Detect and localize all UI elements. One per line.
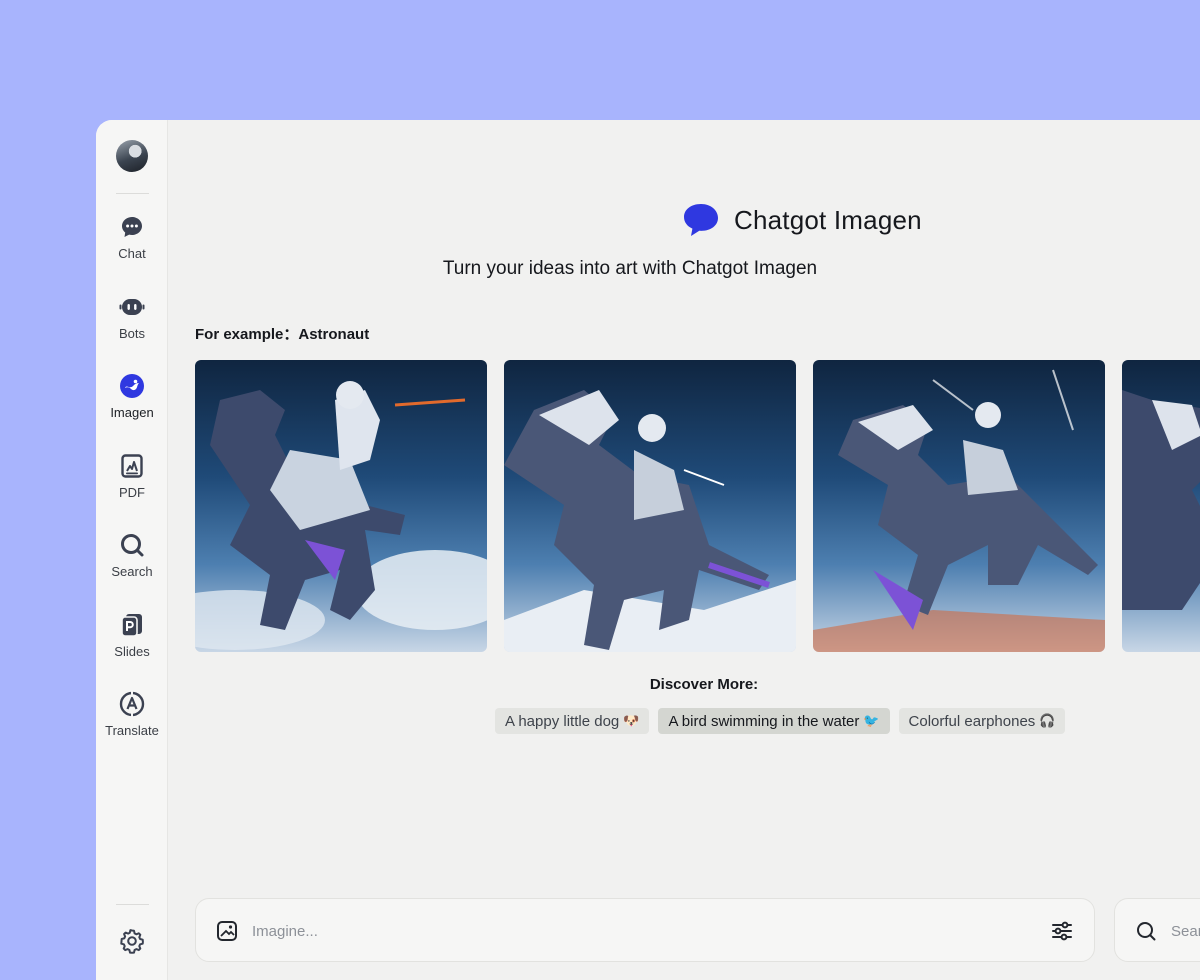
sidebar-item-translate[interactable]: Translate <box>96 691 168 755</box>
translate-icon <box>119 691 145 717</box>
discover-title: Discover More: <box>649 676 759 693</box>
sidebar-item-label: Chat <box>118 246 146 261</box>
sidebar-item-label: Slides <box>114 644 150 659</box>
example-image[interactable] <box>195 360 487 652</box>
app-title: Chatgot Imagen <box>734 204 922 235</box>
example-gallery <box>195 360 1200 652</box>
image-upload-icon[interactable] <box>216 920 238 942</box>
chip-label: A happy little dog <box>505 712 620 730</box>
sidebar-divider <box>116 193 149 194</box>
sidebar-item-label: Bots <box>118 326 145 341</box>
search-input[interactable] <box>1171 917 1200 945</box>
suggestion-chip[interactable]: Colorful earphones 🎧 <box>898 708 1066 734</box>
search-icon <box>121 534 144 557</box>
suggestion-chip[interactable]: A bird swimming in the water 🐦 <box>658 708 890 734</box>
pdf-icon <box>121 454 143 478</box>
robot-dinosaur-image <box>813 369 1105 652</box>
sidebar-item-label: Translate <box>105 723 159 738</box>
imagen-icon <box>120 374 144 398</box>
robot-dinosaur-image <box>1122 390 1200 610</box>
suggestion-chips: A happy little dog 🐶 A bird swimming in … <box>495 708 1066 734</box>
example-label: For example：Astronaut <box>195 323 369 344</box>
example-image[interactable] <box>504 360 796 652</box>
sidebar-divider <box>116 904 149 905</box>
sidebar-item-imagen[interactable]: Imagen <box>96 373 168 437</box>
sidebar-item-pdf[interactable]: PDF <box>96 453 168 517</box>
prompt-bar <box>195 898 1095 962</box>
chat-bubble-icon <box>122 217 142 237</box>
sidebar-item-label: PDF <box>119 485 145 500</box>
brand: Chatgot Imagen <box>682 202 922 238</box>
dog-emoji-icon: 🐶 <box>623 713 640 728</box>
robot-dinosaur-image <box>195 381 487 650</box>
chip-label: Colorful earphones <box>908 712 1036 730</box>
avatar[interactable] <box>116 140 148 172</box>
sidebar-item-search[interactable]: Search <box>96 532 168 596</box>
app-window: Chat Bots Imagen PDF Search Slides Trans… <box>96 120 1200 980</box>
example-image[interactable] <box>1122 360 1200 652</box>
search-bar <box>1114 898 1200 962</box>
robot-dinosaur-image <box>504 390 796 652</box>
example-topic: Astronaut <box>298 326 370 343</box>
sidebar-item-chat[interactable]: Chat <box>96 214 168 278</box>
prompt-input[interactable] <box>252 917 1032 945</box>
headphones-emoji-icon: 🎧 <box>1039 713 1056 728</box>
sidebar-item-slides[interactable]: Slides <box>96 612 168 676</box>
example-prefix: For example： <box>195 326 299 343</box>
sidebar-item-label: Search <box>111 564 153 579</box>
main-content: Chatgot Imagen Turn your ideas into art … <box>168 120 1200 980</box>
chatgot-logo-icon <box>684 204 718 236</box>
slides-icon <box>121 614 142 637</box>
chip-label: A bird swimming in the water <box>668 712 860 730</box>
sidebar-item-label: Imagen <box>110 405 154 420</box>
suggestion-chip[interactable]: A happy little dog 🐶 <box>495 708 650 734</box>
settings-sliders-icon[interactable] <box>1050 919 1074 943</box>
bird-emoji-icon: 🐦 <box>863 713 880 728</box>
search-icon <box>1137 922 1156 941</box>
example-image[interactable] <box>813 360 1105 652</box>
gear-icon[interactable] <box>119 928 145 954</box>
bot-icon <box>119 299 145 315</box>
sidebar-item-bots[interactable]: Bots <box>96 294 168 358</box>
sidebar: Chat Bots Imagen PDF Search Slides Trans… <box>96 120 168 980</box>
page-subtitle: Turn your ideas into art with Chatgot Im… <box>442 258 818 279</box>
